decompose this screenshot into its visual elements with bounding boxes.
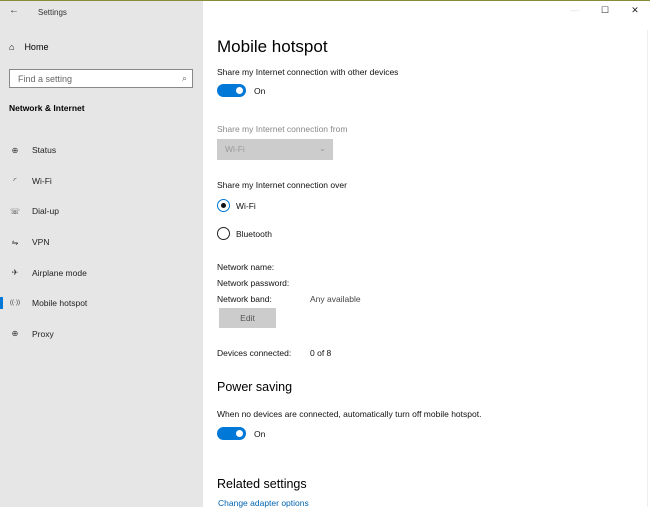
sidebar-home[interactable]: ⌂ Home — [9, 42, 48, 52]
status-icon: ⊕ — [11, 145, 19, 155]
share-toggle[interactable] — [217, 84, 246, 97]
minimize-button[interactable]: — — [560, 1, 590, 16]
globe-icon: ⊕ — [11, 329, 19, 339]
sidebar-item-label: VPN — [32, 237, 50, 248]
sidebar-item-airplane-mode[interactable]: ✈ Airplane mode — [0, 257, 203, 288]
related-settings-heading: Related settings — [217, 477, 307, 491]
airplane-icon: ✈ — [11, 268, 19, 278]
power-saving-heading: Power saving — [217, 380, 293, 394]
network-band-value: Any available — [310, 294, 361, 304]
network-band-label: Network band: — [217, 294, 272, 304]
power-state: On — [254, 429, 266, 439]
home-label: Home — [24, 42, 49, 52]
sidebar-item-vpn[interactable]: ⇋ VPN — [0, 227, 203, 258]
sidebar-item-label: Wi-Fi — [32, 175, 52, 186]
power-toggle[interactable] — [217, 427, 246, 440]
sidebar-item-label: Dial-up — [32, 206, 59, 217]
sidebar-item-dialup[interactable]: ☏ Dial-up — [0, 196, 203, 227]
sidebar-item-label: Status — [32, 145, 57, 156]
wifi-icon: ◜ — [13, 176, 17, 186]
radio-bluetooth-label: Bluetooth — [236, 229, 272, 239]
sidebar-item-label: Proxy — [32, 328, 54, 339]
share-state: On — [254, 86, 266, 96]
close-button[interactable]: ✕ — [620, 1, 650, 16]
from-label: Share my Internet connection from — [217, 124, 348, 134]
window-controls: — ☐ ✕ — [560, 1, 650, 16]
maximize-button[interactable]: ☐ — [590, 1, 620, 16]
sidebar-item-label: Mobile hotspot — [32, 298, 88, 309]
back-button[interactable]: ← — [9, 5, 19, 16]
scrollbar[interactable] — [647, 30, 648, 507]
radio-bluetooth[interactable] — [217, 227, 230, 240]
devices-label: Devices connected: — [217, 348, 292, 358]
hotspot-icon: ((·)) — [10, 300, 20, 307]
window-title: Settings — [38, 8, 67, 17]
radio-wifi[interactable] — [217, 199, 230, 212]
section-heading: Network & Internet — [9, 103, 85, 113]
network-name-label: Network name: — [217, 262, 275, 272]
search-input[interactable]: Find a setting ⌕ — [9, 69, 193, 88]
dialup-icon: ☏ — [10, 206, 21, 216]
power-label: When no devices are connected, automatic… — [217, 409, 482, 419]
from-dropdown[interactable]: Wi-Fi ⌄ — [217, 139, 333, 160]
search-placeholder: Find a setting — [18, 74, 73, 84]
sidebar-nav: ⊕ Status ◜ Wi-Fi ☏ Dial-up ⇋ VPN ✈ Airplane m… — [0, 135, 203, 349]
sidebar-item-label: Airplane mode — [32, 267, 87, 278]
vpn-icon: ⇋ — [11, 237, 19, 247]
sidebar-item-wifi[interactable]: ◜ Wi-Fi — [0, 166, 203, 197]
chevron-down-icon: ⌄ — [318, 143, 326, 153]
devices-value: 0 of 8 — [310, 348, 332, 358]
sidebar-item-proxy[interactable]: ⊕ Proxy — [0, 319, 203, 350]
home-icon: ⌂ — [9, 42, 15, 52]
over-label: Share my Internet connection over — [217, 180, 347, 190]
edit-button[interactable]: Edit — [219, 308, 276, 328]
page-title: Mobile hotspot — [217, 37, 328, 56]
sidebar-item-mobile-hotspot[interactable]: ((·)) Mobile hotspot — [0, 288, 203, 319]
from-value: Wi-Fi — [225, 144, 245, 154]
sidebar-item-status[interactable]: ⊕ Status — [0, 135, 203, 166]
network-password-label: Network password: — [217, 278, 290, 288]
search-icon[interactable]: ⌕ — [182, 73, 187, 84]
share-label: Share my Internet connection with other … — [217, 67, 399, 77]
radio-wifi-label: Wi-Fi — [236, 201, 256, 211]
sidebar: ← Settings ⌂ Home Find a setting ⌕ Network… — [0, 1, 203, 507]
